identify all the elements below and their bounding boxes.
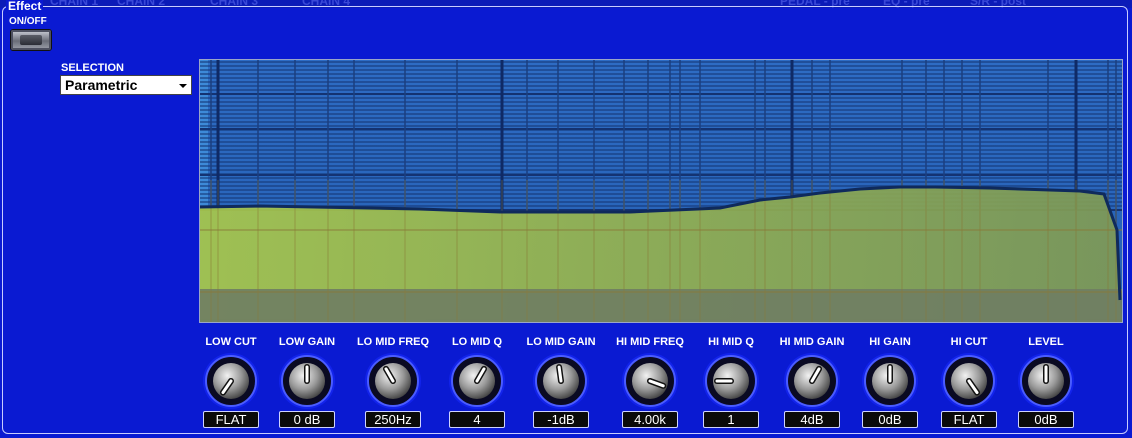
knob-dial[interactable] (783, 352, 841, 410)
knob-dial[interactable] (202, 352, 260, 410)
knob-group-hi-mid-freq: HI MID FREQ 4.00k (610, 336, 690, 428)
knob-label: LO MID GAIN (526, 336, 596, 348)
knob-label: HI MID Q (708, 336, 754, 348)
knob-label: HI MID GAIN (779, 336, 845, 348)
dropdown-arrow-icon (179, 84, 187, 88)
knob-value-display: 250Hz (365, 411, 421, 428)
knob-group-lo-mid-gain: LO MID GAIN -1dB (521, 336, 601, 428)
knob-label: LOW GAIN (278, 336, 336, 348)
knob-dial[interactable] (702, 352, 760, 410)
knob-value-display: -1dB (533, 411, 589, 428)
knob-group-hi-gain: HI GAIN 0dB (850, 336, 930, 428)
knob-label: HI GAIN (869, 336, 911, 348)
knob-label: HI MID FREQ (616, 336, 684, 348)
knob-dial[interactable] (621, 352, 679, 410)
knob-label: LOW CUT (205, 336, 257, 348)
knob-dial[interactable] (940, 352, 998, 410)
knob-label: LEVEL (1028, 336, 1064, 348)
knob-value-display: FLAT (941, 411, 997, 428)
toggle-knob (20, 35, 42, 45)
knob-label: LO MID FREQ (356, 336, 430, 348)
selection-value: Parametric (65, 77, 138, 93)
knob-dial[interactable] (861, 352, 919, 410)
knob-group-low-gain: LOW GAIN 0 dB (267, 336, 347, 428)
knob-group-low-cut: LOW CUT FLAT (191, 336, 271, 428)
graph-floor (200, 289, 1122, 322)
selection-label: SELECTION (61, 62, 124, 74)
knob-value-display: 1 (703, 411, 759, 428)
knob-group-hi-mid-gain: HI MID GAIN 4dB (772, 336, 852, 428)
knob-value-display: 0dB (862, 411, 918, 428)
knob-value-display: 4.00k (622, 411, 678, 428)
knob-group-hi-mid-q: HI MID Q 1 (691, 336, 771, 428)
knob-dial[interactable] (1017, 352, 1075, 410)
knob-group-lo-mid-freq: LO MID FREQ 250Hz (353, 336, 433, 428)
knob-group-level: LEVEL 0dB (1006, 336, 1086, 428)
knob-dial[interactable] (278, 352, 336, 410)
eq-response-graph (199, 59, 1123, 323)
knob-dial[interactable] (532, 352, 590, 410)
onoff-label: ON/OFF (9, 16, 47, 27)
knob-label: HI CUT (950, 336, 988, 348)
knob-dial[interactable] (364, 352, 422, 410)
selection-dropdown[interactable]: Parametric (60, 75, 192, 95)
knob-value-display: FLAT (203, 411, 259, 428)
knob-value-display: 4dB (784, 411, 840, 428)
knob-value-display: 0dB (1018, 411, 1074, 428)
knob-group-hi-cut: HI CUT FLAT (929, 336, 1009, 428)
knob-dial[interactable] (448, 352, 506, 410)
effect-onoff-toggle[interactable] (10, 29, 52, 51)
knob-label: LO MID Q (451, 336, 503, 348)
eq-curve-svg (200, 60, 1122, 322)
knob-value-display: 4 (449, 411, 505, 428)
knob-value-display: 0 dB (279, 411, 335, 428)
knob-group-lo-mid-q: LO MID Q 4 (437, 336, 517, 428)
effect-legend: Effect (6, 0, 44, 13)
knob-pointer (557, 365, 563, 383)
